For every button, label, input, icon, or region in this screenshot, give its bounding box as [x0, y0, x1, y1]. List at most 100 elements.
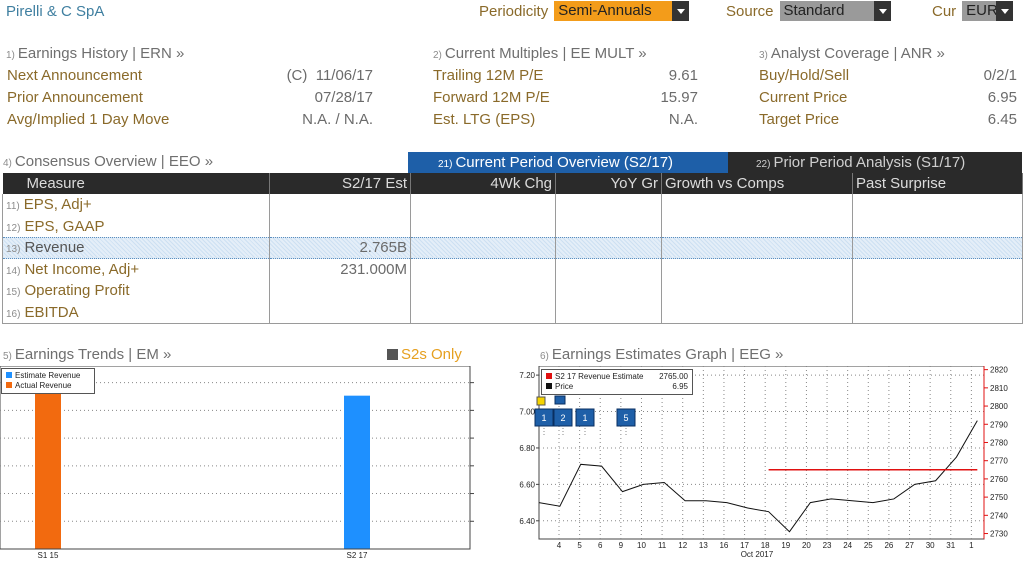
source-label: Source [726, 2, 774, 20]
earnings-trends-chart: 0.5B1B1.5B2B2.5B3BS1 15S2 17 [0, 366, 474, 560]
x-tick-label: 27 [905, 541, 914, 550]
periodicity-dropdown[interactable]: Semi-Annuals [554, 1, 690, 21]
col-growth-vs-comps[interactable]: Growth vs Comps [661, 173, 853, 194]
col-yoy-gr[interactable]: YoY Gr [555, 173, 662, 194]
current-price-row: Current Price 6.95 [759, 89, 1017, 106]
x-tick-label: 18 [761, 541, 770, 550]
ltg-row: Est. LTG (EPS) N.A. [433, 111, 698, 128]
periodicity-control: Periodicity Semi-Annuals [479, 1, 690, 21]
legend-item-price: Price 6.95 [546, 382, 688, 392]
table-header-row: Measure S2/17 Est 4Wk Chg YoY Gr Growth … [2, 173, 1023, 194]
checkbox-icon[interactable] [387, 349, 398, 360]
y-tick-label-right: 2770 [990, 457, 1008, 466]
earnings-estimates-graph-header[interactable]: 6) Earnings Estimates Graph | EEG » [540, 346, 783, 363]
table-row[interactable]: 15) Operating Profit [2, 280, 1023, 302]
table-row-selected[interactable]: 13) Revenue 2.765B [2, 236, 1023, 259]
bar-estimate-revenue [344, 395, 370, 549]
currency-dropdown[interactable]: EUR [962, 1, 1014, 21]
legend-swatch [6, 372, 12, 378]
x-month-label: Oct 2017 [741, 550, 774, 559]
y-tick-label-right: 2810 [990, 384, 1008, 393]
x-tick-label: 9 [619, 541, 624, 550]
x-tick-label: 16 [719, 541, 728, 550]
col-past-surprise[interactable]: Past Surprise [852, 173, 1023, 194]
y-tick-label-left: 6.40 [519, 517, 535, 526]
y-tick-label-right: 2820 [990, 366, 1008, 375]
x-tick-label: 10 [637, 541, 646, 550]
event-marker-flag [536, 396, 546, 406]
x-tick-label: 24 [843, 541, 852, 550]
y-tick-label-right: 2730 [990, 530, 1008, 539]
legend-swatch [546, 373, 552, 379]
x-tick-label: 4 [557, 541, 562, 550]
chevron-down-icon[interactable] [672, 1, 690, 21]
event-marker-stacked [554, 395, 566, 405]
legend-item-estimate: Estimate Revenue [6, 371, 90, 381]
earnings-estimates-legend: S2 17 Revenue Estimate 2765.00 Price 6.95 [541, 369, 693, 395]
event-marker-label: 1 [541, 413, 546, 423]
y-tick-label-right: 2750 [990, 493, 1008, 502]
y-tick-label-right: 2800 [990, 402, 1008, 411]
trailing-pe-row: Trailing 12M P/E 9.61 [433, 67, 698, 84]
source-dropdown[interactable]: Standard [779, 1, 891, 21]
x-tick-label: S2 17 [347, 551, 368, 560]
buy-hold-sell-row: Buy/Hold/Sell 0/2/1 [759, 67, 1017, 84]
x-tick-label: 11 [658, 541, 667, 550]
forward-pe-row: Forward 12M P/E 15.97 [433, 89, 698, 106]
x-tick-label: 30 [926, 541, 935, 550]
implied-move-row: Avg/Implied 1 Day Move N.A. / N.A. [7, 111, 373, 128]
x-tick-label: 26 [884, 541, 893, 550]
tab-prior-period[interactable]: 22) Prior Period Analysis (S1/17) [728, 152, 1022, 173]
x-tick-label: 1 [969, 541, 974, 550]
currency-label: Cur [932, 2, 957, 20]
x-tick-label: 5 [577, 541, 582, 550]
currency-value: EUR [962, 1, 998, 21]
y-tick-label-right: 2790 [990, 420, 1008, 429]
chevron-down-icon[interactable] [996, 1, 1014, 21]
event-marker-label: 2 [560, 413, 565, 423]
x-tick-label: 19 [781, 541, 790, 550]
legend-item-revenue-estimate: S2 17 Revenue Estimate 2765.00 [546, 372, 688, 382]
y-tick-label-left: 7.00 [519, 408, 535, 417]
x-tick-label: 6 [598, 541, 603, 550]
y-tick-label-left: 6.80 [519, 444, 535, 453]
source-control: Source Standard [726, 1, 891, 21]
y-tick-label-right: 2760 [990, 475, 1008, 484]
col-measure[interactable]: Measure [2, 173, 270, 194]
x-tick-label: 20 [802, 541, 811, 550]
next-announcement-row: Next Announcement (C) 11/06/17 [7, 67, 373, 84]
legend-item-actual: Actual Revenue [6, 381, 90, 391]
legend-swatch [6, 382, 12, 388]
table-row[interactable]: 12) EPS, GAAP [2, 215, 1023, 237]
current-multiples-header[interactable]: 2) Current Multiples | EE MULT » [433, 45, 647, 62]
y-tick-label-right: 2740 [990, 511, 1008, 520]
x-tick-label: S1 15 [38, 551, 59, 560]
chevron-down-icon[interactable] [873, 1, 891, 21]
table-row[interactable]: 14) Net Income, Adj+ 231.000M [2, 258, 1023, 280]
x-tick-label: 17 [740, 541, 749, 550]
event-marker-label: 1 [582, 413, 587, 423]
x-tick-label: 12 [678, 541, 687, 550]
analyst-coverage-header[interactable]: 3) Analyst Coverage | ANR » [759, 45, 945, 62]
y-tick-label-left: 7.20 [519, 371, 535, 380]
consensus-overview-header[interactable]: 4) Consensus Overview | EEO » [3, 153, 213, 170]
consensus-table: Measure S2/17 Est 4Wk Chg YoY Gr Growth … [2, 173, 1023, 324]
table-row[interactable]: 16) EBITDA [2, 301, 1023, 324]
earnings-history-header[interactable]: 1) Earnings History | ERN » [6, 45, 184, 62]
earnings-estimates-chart: 4 5 6 9 10 11 12 13 16 17 18 19 20 23 24 25 26 27 30 31 1Oct… [519, 366, 1008, 559]
x-tick-label: 13 [699, 541, 708, 550]
x-tick-label: 31 [946, 541, 955, 550]
col-est[interactable]: S2/17 Est [269, 173, 411, 194]
table-row[interactable]: 11) EPS, Adj+ [2, 194, 1023, 216]
periodicity-label: Periodicity [479, 2, 549, 20]
tab-current-period[interactable]: 21) Current Period Overview (S2/17) [408, 152, 728, 173]
currency-control: Cur EUR [932, 1, 1014, 21]
source-value: Standard [779, 1, 874, 21]
y-tick-label-right: 2780 [990, 438, 1008, 447]
x-tick-label: 25 [864, 541, 873, 550]
earnings-trends-header[interactable]: 5) Earnings Trends | EM » [3, 346, 171, 363]
y-tick-label-left: 6.60 [519, 480, 535, 489]
s2s-only-toggle[interactable]: S2s Only [387, 346, 462, 363]
col-4wk-chg[interactable]: 4Wk Chg [410, 173, 556, 194]
bar-actual-revenue [35, 382, 61, 549]
